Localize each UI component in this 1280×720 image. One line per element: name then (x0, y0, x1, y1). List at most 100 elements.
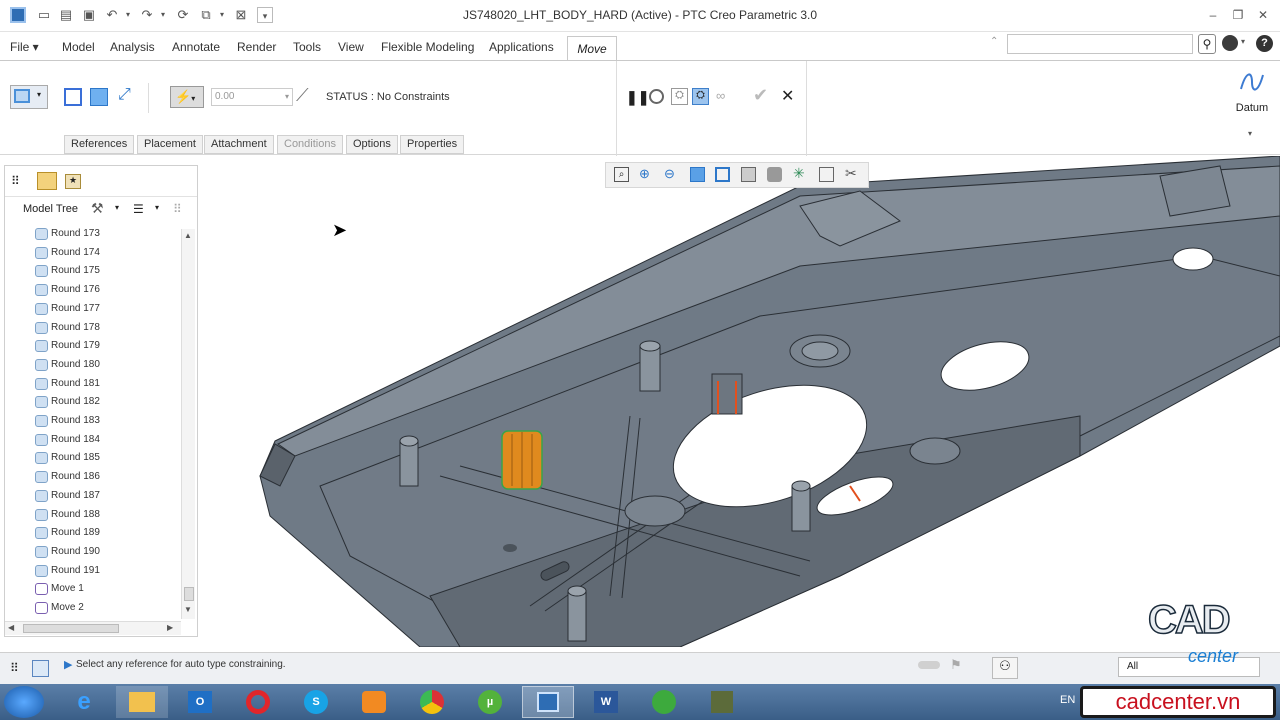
tab-analysis[interactable]: Analysis (110, 40, 155, 54)
tab-attachment[interactable]: Attachment (204, 135, 274, 154)
windows-icon[interactable]: ⧉ (198, 7, 214, 23)
copy-move-icon[interactable] (64, 88, 82, 106)
spin-center-icon[interactable] (819, 167, 834, 182)
minimize-button[interactable]: – (1202, 6, 1224, 24)
tab-placement[interactable]: Placement (137, 135, 203, 154)
model-tree-tab-icon[interactable]: ⠿ (11, 174, 20, 188)
verify-icon[interactable]: ⛭ (692, 88, 709, 105)
view-manager-icon[interactable] (767, 167, 782, 182)
close-button[interactable]: ✕ (1252, 6, 1274, 24)
tab-flexible-modeling[interactable]: Flexible Modeling (381, 40, 474, 54)
tree-item[interactable]: Move 1 (35, 580, 84, 598)
start-button[interactable] (4, 686, 44, 718)
tree-item[interactable]: Round 191 (35, 562, 100, 580)
camtasia-icon[interactable] (638, 686, 690, 718)
tab-options[interactable]: Options (346, 135, 398, 154)
community-icon[interactable] (1222, 35, 1238, 51)
ok-icon[interactable]: ✔ (753, 85, 768, 106)
tab-render[interactable]: Render (237, 40, 276, 54)
display-style-icon[interactable] (715, 167, 730, 182)
toggle-browser-icon[interactable] (32, 660, 49, 677)
no-preview-icon[interactable] (649, 89, 664, 104)
utorrent-icon[interactable]: µ (464, 686, 516, 718)
flip-icon[interactable]: ⚡▾ (170, 86, 204, 108)
tab-annotate[interactable]: Annotate (172, 40, 220, 54)
scroll-up-icon[interactable]: ▲ (184, 231, 192, 240)
tab-references[interactable]: References (64, 135, 135, 154)
tree-item[interactable]: Round 183 (35, 412, 100, 430)
datum-group[interactable]: Datum (1228, 67, 1274, 121)
regenerate-icon[interactable]: ⟳ (175, 7, 191, 23)
tab-conditions[interactable]: Conditions (277, 135, 343, 154)
new-icon[interactable]: ▭ (36, 7, 52, 23)
app-icon[interactable] (10, 7, 26, 23)
tree-item[interactable]: Round 184 (35, 431, 100, 449)
glasses-icon[interactable]: ∞ (716, 88, 725, 103)
tab-file[interactable]: File ▾ (10, 40, 39, 54)
tab-model[interactable]: Model (62, 40, 95, 54)
tree-filters-icon[interactable]: ⠿ (173, 202, 182, 216)
tree-item[interactable]: Round 189 (35, 524, 100, 542)
cancel-icon[interactable]: ✕ (781, 86, 794, 106)
tree-item[interactable]: Round 188 (35, 506, 100, 524)
media-player-icon[interactable] (348, 686, 400, 718)
undo-icon[interactable]: ↶ (104, 7, 120, 23)
save-icon[interactable]: ▣ (81, 7, 97, 23)
windows-dropdown-icon[interactable]: ▾ (214, 7, 230, 23)
tree-item[interactable]: Round 177 (35, 300, 100, 318)
repaint-icon[interactable] (690, 167, 705, 182)
customize-quick-access-icon[interactable]: ▾ (257, 7, 273, 23)
tab-properties[interactable]: Properties (400, 135, 465, 154)
close-window-icon[interactable]: ⊠ (233, 7, 249, 23)
tree-item[interactable]: Round 176 (35, 281, 100, 299)
annotation-display-icon[interactable]: ✂ (845, 165, 857, 182)
tree-item[interactable]: Round 174 (35, 244, 100, 262)
tree-item[interactable]: Round 175 (35, 262, 100, 280)
tree-item[interactable]: Round 179 (35, 337, 100, 355)
ribbon-more-icon[interactable]: ▾ (1248, 129, 1252, 138)
refit-icon[interactable]: ⌕ (614, 167, 629, 182)
tab-applications[interactable]: Applications (489, 40, 554, 54)
tree-item[interactable]: Round 178 (35, 319, 100, 337)
zoom-out-icon[interactable]: ⊖ (664, 166, 675, 182)
skype-icon[interactable]: S (290, 686, 342, 718)
tab-tools[interactable]: Tools (293, 40, 321, 54)
search-icon[interactable]: ⚲ (1198, 34, 1216, 54)
scroll-thumb[interactable] (184, 587, 194, 601)
tree-item[interactable]: Round 173 (35, 225, 100, 243)
search-input[interactable] (1007, 34, 1193, 54)
tree-item[interactable]: Round 187 (35, 487, 100, 505)
scroll-down-icon[interactable]: ▼ (184, 605, 192, 614)
graphics-window[interactable]: ➤ (200, 156, 1280, 647)
zoom-in-icon[interactable]: ⊕ (639, 166, 650, 182)
scroll-right-icon[interactable]: ▶ (167, 623, 173, 632)
chrome-icon[interactable] (406, 686, 458, 718)
toggle-navigator-icon[interactable]: ⠿ (10, 661, 19, 675)
feature-preview-icon[interactable]: ⛭ (671, 88, 688, 105)
vertical-scrollbar[interactable]: ▲ ▼ (181, 229, 195, 619)
saved-orientations-icon[interactable] (741, 167, 756, 182)
scroll-left-icon[interactable]: ◀ (8, 623, 14, 632)
tree-settings-dropdown-icon[interactable]: ▾ (115, 203, 119, 212)
tree-settings-icon[interactable]: ⚒ (91, 200, 104, 217)
datum-display-icon[interactable]: ✳ (793, 165, 805, 182)
find-icon[interactable]: ⚇ (992, 657, 1018, 679)
tree-item[interactable]: Round 182 (35, 393, 100, 411)
tab-move[interactable]: Move (567, 36, 617, 61)
redo-icon[interactable]: ↷ (139, 7, 155, 23)
tree-item[interactable]: Round 181 (35, 375, 100, 393)
recorder-icon[interactable] (696, 686, 748, 718)
undo-dropdown-icon[interactable]: ▾ (120, 7, 136, 23)
tree-item[interactable]: Round 190 (35, 543, 100, 561)
move-type-selector[interactable]: ▾ (10, 85, 48, 109)
maximize-button[interactable]: ❐ (1227, 6, 1249, 24)
redo-dropdown-icon[interactable]: ▾ (155, 7, 171, 23)
help-icon[interactable]: ? (1256, 35, 1273, 52)
tree-item[interactable]: Move 2 (35, 599, 84, 617)
tree-item[interactable]: Round 180 (35, 356, 100, 374)
model-graphic[interactable] (200, 156, 1280, 647)
favorites-icon[interactable]: ★ (65, 174, 81, 189)
flag-icon[interactable]: ⚑ (950, 657, 962, 673)
collapse-ribbon-icon[interactable]: ⌃ (990, 36, 998, 47)
language-indicator[interactable]: EN (1060, 694, 1075, 706)
